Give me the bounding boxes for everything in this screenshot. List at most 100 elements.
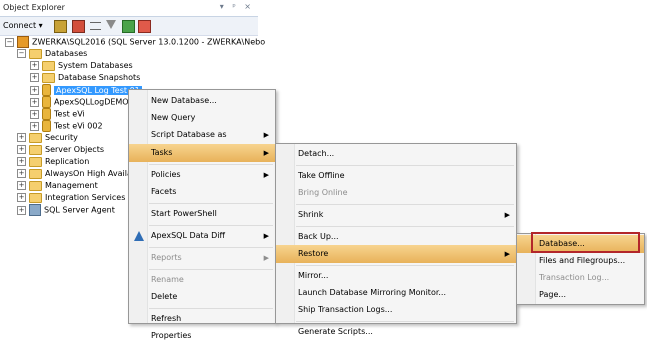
refresh-icon[interactable]	[122, 20, 135, 33]
menu-item-restore[interactable]: Restore ▶	[276, 245, 516, 263]
menu-item-script-database-as[interactable]: Script Database as ▶	[129, 126, 275, 144]
menu-item-delete[interactable]: Delete	[129, 288, 275, 306]
menu-item-tasks[interactable]: Tasks ▶	[129, 144, 275, 162]
tree-label: System Databases	[58, 61, 133, 70]
menu-item-policies[interactable]: Policies ▶	[129, 166, 275, 184]
tree-node-management[interactable]: + Management	[17, 180, 98, 192]
menu-separator	[296, 265, 514, 266]
stop-icon[interactable]	[90, 22, 101, 30]
expand-icon[interactable]: +	[30, 73, 39, 82]
tasks-submenu: Detach... Take Offline Bring Online Shri…	[275, 143, 517, 336]
menu-separator	[296, 226, 514, 227]
menu-item-start-powershell[interactable]: Start PowerShell	[129, 205, 275, 223]
tree-label: ZWERKA\SQL2016 (SQL Server 13.0.1200 - Z…	[32, 37, 266, 47]
expand-icon[interactable]: +	[17, 193, 26, 202]
menu-item-generate-scripts[interactable]: Generate Scripts...	[276, 323, 516, 341]
menu-item-launch-mirroring-monitor[interactable]: Launch Database Mirroring Monitor...	[276, 284, 516, 302]
tree-node-alwayson[interactable]: + AlwaysOn High Availab	[17, 168, 137, 180]
activity-monitor-icon[interactable]	[138, 20, 151, 33]
submenu-arrow-icon: ▶	[504, 211, 510, 219]
collapse-icon[interactable]: −	[5, 37, 14, 47]
tree-node-database-snapshots[interactable]: + Database Snapshots	[30, 72, 140, 84]
menu-label: Files and Filegroups...	[539, 256, 626, 265]
server-icon	[17, 36, 29, 48]
menu-label: Tasks	[151, 148, 173, 157]
tree-label: Management	[45, 181, 98, 190]
tree-label: Database Snapshots	[58, 73, 141, 82]
expand-icon[interactable]: +	[30, 85, 39, 95]
expand-icon[interactable]: +	[30, 61, 39, 70]
expand-icon[interactable]: +	[17, 133, 26, 142]
menu-item-detach[interactable]: Detach...	[276, 145, 516, 163]
menu-item-bring-online[interactable]: Bring Online	[276, 184, 516, 202]
menu-label: Take Offline	[298, 171, 345, 180]
menu-separator	[149, 164, 273, 165]
tree-label: SQL Server Agent	[44, 205, 115, 215]
tree-node-db-selected[interactable]: + ApexSQL Log Test 01	[30, 84, 142, 96]
menu-label: Generate Scripts...	[298, 327, 373, 336]
tree-node-db[interactable]: + Test eVi 002	[30, 120, 103, 132]
menu-item-apexsql-data-diff[interactable]: ApexSQL Data Diff ▶	[129, 227, 275, 245]
folder-icon	[29, 180, 42, 191]
menu-label: New Database...	[151, 96, 217, 105]
menu-separator	[149, 247, 273, 248]
tree-node-sql-server-agent[interactable]: + SQL Server Agent	[17, 204, 115, 216]
expand-icon[interactable]: +	[30, 121, 39, 131]
expand-icon[interactable]: +	[17, 157, 26, 166]
tree-label: AlwaysOn High Availab	[45, 169, 137, 178]
tree-node-db[interactable]: + ApexSQLLogDEMO	[30, 96, 129, 108]
menu-item-back-up[interactable]: Back Up...	[276, 228, 516, 246]
tree-node-security[interactable]: + Security	[17, 132, 78, 144]
menu-item-page[interactable]: Page...	[517, 286, 644, 304]
submenu-arrow-icon: ▶	[263, 149, 269, 157]
expand-icon[interactable]: +	[17, 181, 26, 190]
tree-node-databases[interactable]: − Databases	[17, 48, 87, 60]
menu-item-rename[interactable]: Rename	[129, 271, 275, 289]
tree-node-system-databases[interactable]: + System Databases	[30, 60, 133, 72]
menu-item-ship-transaction-logs[interactable]: Ship Transaction Logs...	[276, 301, 516, 319]
tree-node-server-objects[interactable]: + Server Objects	[17, 144, 104, 156]
menu-label: Reports	[151, 253, 182, 262]
expand-icon[interactable]: +	[30, 109, 39, 119]
menu-item-new-database[interactable]: New Database...	[129, 92, 275, 110]
connect-db-icon[interactable]	[54, 20, 67, 33]
menu-separator	[296, 204, 514, 205]
menu-separator	[149, 308, 273, 309]
expand-icon[interactable]: +	[17, 145, 26, 154]
connect-button[interactable]: Connect ▾	[3, 21, 43, 30]
expand-icon[interactable]: +	[17, 205, 26, 215]
menu-item-mirror[interactable]: Mirror...	[276, 267, 516, 285]
folder-icon	[29, 132, 42, 143]
object-explorer-toolbar: Connect ▾	[0, 17, 258, 36]
menu-label: Ship Transaction Logs...	[298, 305, 393, 314]
tree-label: ApexSQLLogDEMO	[54, 97, 129, 107]
disconnect-icon[interactable]	[72, 20, 85, 33]
tree-node-replication[interactable]: + Replication	[17, 156, 89, 168]
tree-label: Test eVi 002	[54, 121, 103, 131]
tree-label: Server Objects	[45, 145, 104, 154]
menu-item-new-query[interactable]: New Query	[129, 109, 275, 127]
menu-item-shrink[interactable]: Shrink ▶	[276, 206, 516, 224]
filter-icon[interactable]	[106, 20, 116, 29]
highlight-frame	[531, 232, 640, 253]
menu-label: Start PowerShell	[151, 209, 217, 218]
tree-node-integration-services[interactable]: + Integration Services Ca	[17, 192, 138, 204]
menu-item-files-filegroups[interactable]: Files and Filegroups...	[517, 252, 644, 270]
tree-node-server[interactable]: − ZWERKA\SQL2016 (SQL Server 13.0.1200 - …	[5, 36, 265, 48]
panel-window-buttons[interactable]: ▾ ᵖ ×	[220, 2, 254, 11]
tree-node-db[interactable]: + Test eVi	[30, 108, 85, 120]
menu-item-refresh[interactable]: Refresh	[129, 310, 275, 328]
collapse-icon[interactable]: −	[17, 49, 26, 58]
menu-item-properties[interactable]: Properties	[129, 327, 275, 345]
menu-label: ApexSQL Data Diff	[151, 231, 225, 240]
menu-item-reports[interactable]: Reports ▶	[129, 249, 275, 267]
folder-icon	[42, 72, 55, 83]
tree-label: Security	[45, 133, 78, 142]
menu-item-facets[interactable]: Facets	[129, 183, 275, 201]
menu-label: Properties	[151, 331, 192, 340]
expand-icon[interactable]: +	[30, 97, 39, 107]
expand-icon[interactable]: +	[17, 169, 26, 178]
tree-label: Integration Services Ca	[45, 193, 139, 202]
menu-item-transaction-log[interactable]: Transaction Log...	[517, 269, 644, 287]
menu-item-take-offline[interactable]: Take Offline	[276, 167, 516, 185]
